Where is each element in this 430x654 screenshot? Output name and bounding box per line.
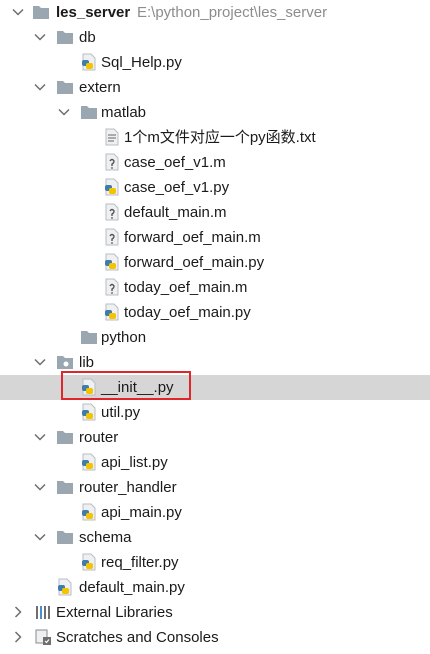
tree-item-label: api_main.py bbox=[101, 504, 182, 521]
python-file-icon bbox=[105, 303, 119, 321]
python-file-icon bbox=[82, 403, 96, 421]
tree-item-label: forward_oef_main.py bbox=[124, 254, 265, 271]
folder-icon bbox=[81, 331, 97, 344]
tree-row[interactable]: matlab bbox=[0, 100, 430, 125]
folder-icon bbox=[57, 481, 73, 494]
python-file-icon bbox=[82, 553, 96, 571]
python-file-icon bbox=[105, 178, 119, 196]
chevron-down-icon[interactable] bbox=[32, 29, 48, 45]
unknown-file-icon bbox=[105, 228, 119, 246]
python-file-icon bbox=[58, 578, 72, 596]
tree-item-label: Scratches and Consoles bbox=[56, 629, 219, 646]
tree-row[interactable]: schema bbox=[0, 525, 430, 550]
highlight-box bbox=[61, 371, 191, 400]
scratches-icon bbox=[35, 629, 51, 645]
tree-row[interactable]: Scratches and Consoles bbox=[0, 625, 430, 650]
unknown-file-icon bbox=[105, 153, 119, 171]
tree-row[interactable]: 1个m文件对应一个py函数.txt bbox=[0, 125, 430, 150]
tree-row[interactable]: forward_oef_main.py bbox=[0, 250, 430, 275]
tree-item-label: req_filter.py bbox=[101, 554, 179, 571]
tree-item-label: matlab bbox=[101, 104, 147, 121]
chevron-down-icon[interactable] bbox=[32, 479, 48, 495]
folder-icon bbox=[57, 31, 73, 44]
tree-row[interactable]: api_list.py bbox=[0, 450, 430, 475]
tree-row[interactable]: case_oef_v1.m bbox=[0, 150, 430, 175]
chevron-right-icon[interactable] bbox=[10, 629, 26, 645]
tree-row-root[interactable]: les_server E:\python_project\les_server bbox=[0, 0, 430, 25]
tree-row[interactable]: today_oef_main.m bbox=[0, 275, 430, 300]
unknown-file-icon bbox=[105, 278, 119, 296]
tree-row[interactable]: case_oef_v1.py bbox=[0, 175, 430, 200]
chevron-down-icon[interactable] bbox=[32, 79, 48, 95]
tree-item-label: 1个m文件对应一个py函数.txt bbox=[124, 129, 316, 146]
tree-row[interactable]: api_main.py bbox=[0, 500, 430, 525]
folder-icon bbox=[57, 81, 73, 94]
tree-item-label: case_oef_v1.m bbox=[124, 154, 226, 171]
folder-icon bbox=[33, 6, 49, 19]
tree-item-label: default_main.py bbox=[79, 579, 185, 596]
tree-item-label: today_oef_main.m bbox=[124, 279, 248, 296]
chevron-down-icon[interactable] bbox=[32, 354, 48, 370]
chevron-down-icon[interactable] bbox=[32, 429, 48, 445]
tree-row[interactable]: util.py bbox=[0, 400, 430, 425]
tree-item-label: Sql_Help.py bbox=[101, 54, 182, 71]
external-libraries-icon bbox=[36, 606, 50, 619]
tree-item-label: case_oef_v1.py bbox=[124, 179, 230, 196]
python-file-icon bbox=[82, 503, 96, 521]
package-folder-icon bbox=[57, 356, 73, 369]
tree-row[interactable]: forward_oef_main.m bbox=[0, 225, 430, 250]
tree-row[interactable]: router_handler bbox=[0, 475, 430, 500]
chevron-down-icon[interactable] bbox=[56, 104, 72, 120]
tree-row[interactable]: python bbox=[0, 325, 430, 350]
tree-row[interactable]: today_oef_main.py bbox=[0, 300, 430, 325]
chevron-down-icon[interactable] bbox=[10, 4, 26, 20]
chevron-down-icon[interactable] bbox=[32, 529, 48, 545]
chevron-right-icon[interactable] bbox=[10, 604, 26, 620]
tree-item-label: today_oef_main.py bbox=[124, 304, 251, 321]
project-tree: les_server E:\python_project\les_server … bbox=[0, 0, 430, 654]
tree-item-label: schema bbox=[79, 529, 132, 546]
tree-item-label: forward_oef_main.m bbox=[124, 229, 261, 246]
tree-row[interactable]: default_main.m bbox=[0, 200, 430, 225]
folder-icon bbox=[57, 431, 73, 444]
tree-row[interactable]: router bbox=[0, 425, 430, 450]
unknown-file-icon bbox=[105, 203, 119, 221]
python-file-icon bbox=[82, 53, 96, 71]
tree-row[interactable]: Sql_Help.py bbox=[0, 50, 430, 75]
text-file-icon bbox=[105, 128, 119, 146]
project-path: E:\python_project\les_server bbox=[137, 4, 328, 21]
tree-item-label: default_main.m bbox=[124, 204, 227, 221]
tree-item-label: db bbox=[79, 29, 96, 46]
tree-item-label: python bbox=[101, 329, 147, 346]
python-file-icon bbox=[82, 453, 96, 471]
tree-row[interactable]: External Libraries bbox=[0, 600, 430, 625]
folder-icon bbox=[81, 106, 97, 119]
project-name: les_server bbox=[56, 4, 131, 21]
tree-row[interactable]: default_main.py bbox=[0, 575, 430, 600]
folder-icon bbox=[57, 531, 73, 544]
tree-row[interactable]: req_filter.py bbox=[0, 550, 430, 575]
tree-row[interactable]: extern bbox=[0, 75, 430, 100]
tree-item-label: router_handler bbox=[79, 479, 177, 496]
tree-item-label: External Libraries bbox=[56, 604, 173, 621]
tree-item-label: util.py bbox=[101, 404, 141, 421]
tree-item-label: api_list.py bbox=[101, 454, 168, 471]
tree-item-label: extern bbox=[79, 79, 121, 96]
tree-item-label: lib bbox=[79, 354, 95, 371]
python-file-icon bbox=[105, 253, 119, 271]
tree-item-label: router bbox=[79, 429, 119, 446]
tree-row[interactable]: db bbox=[0, 25, 430, 50]
